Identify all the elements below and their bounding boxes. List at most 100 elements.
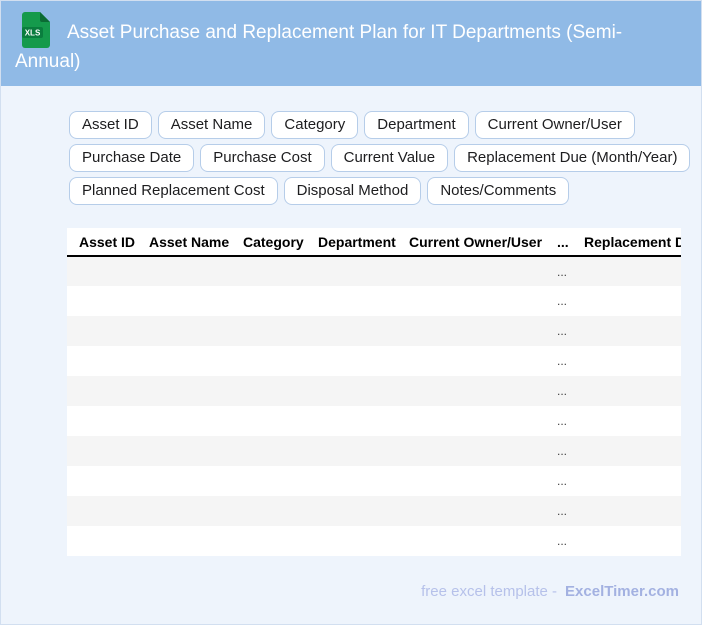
table-cell (572, 436, 681, 466)
table-cell (572, 496, 681, 526)
column-header-department: Department (306, 228, 397, 257)
table-cell (397, 526, 545, 556)
footer: free excel template - ExcelTimer.com (1, 583, 679, 600)
footer-brand-link[interactable]: ExcelTimer.com (565, 583, 679, 600)
table-cell (572, 256, 681, 286)
table-cell (397, 466, 545, 496)
chip-planned-replacement-cost[interactable]: Planned Replacement Cost (69, 177, 278, 205)
table-cell (231, 496, 306, 526)
chip-disposal-method[interactable]: Disposal Method (283, 177, 422, 205)
xls-file-icon: XLS (22, 12, 50, 48)
table-cell: ... (545, 346, 572, 376)
table-cell (231, 286, 306, 316)
table-cell (67, 436, 137, 466)
table-cell: ... (545, 436, 572, 466)
table-cell (306, 316, 397, 346)
column-header-category: Category (231, 228, 306, 257)
table-cell (306, 346, 397, 376)
chip-replacement-due-month-year[interactable]: Replacement Due (Month/Year) (454, 144, 691, 172)
footer-text: free excel template - (421, 583, 558, 600)
table-cell (572, 286, 681, 316)
table-cell (397, 496, 545, 526)
chip-notes-comments[interactable]: Notes/Comments (427, 177, 570, 205)
table-cell: ... (545, 406, 572, 436)
table-cell: ... (545, 286, 572, 316)
column-header-replacement-due-month-year: Replacement Due (Month/Year) (572, 228, 681, 257)
table-cell (67, 286, 137, 316)
table-row: ... (67, 286, 681, 316)
table-cell (67, 316, 137, 346)
column-header-item: ... (545, 228, 572, 257)
chip-purchase-date[interactable]: Purchase Date (69, 144, 195, 172)
table-wrap: Asset ID Asset Name Category Department Curr… (67, 228, 681, 556)
table-cell (67, 376, 137, 406)
table-row: ... (67, 256, 681, 286)
table-cell (231, 316, 306, 346)
table-cell (306, 526, 397, 556)
table-row: ... (67, 346, 681, 376)
table-cell (397, 406, 545, 436)
table-cell (397, 256, 545, 286)
chip-purchase-cost[interactable]: Purchase Cost (200, 144, 325, 172)
table-cell (397, 346, 545, 376)
table-cell (397, 316, 545, 346)
table-cell (397, 376, 545, 406)
xls-icon-label: XLS (25, 29, 41, 38)
table-cell (231, 436, 306, 466)
table-row: ... (67, 316, 681, 346)
table-cell (231, 466, 306, 496)
table-cell (397, 436, 545, 466)
table-row: ... (67, 436, 681, 466)
table-cell (67, 496, 137, 526)
table-row: ... (67, 526, 681, 556)
chip-current-value[interactable]: Current Value (330, 144, 449, 172)
table-row: ... (67, 466, 681, 496)
column-header-asset-name: Asset Name (137, 228, 231, 257)
table-cell (137, 376, 231, 406)
table-cell (397, 286, 545, 316)
table-row: ... (67, 376, 681, 406)
table-cell (137, 466, 231, 496)
table-cell (231, 346, 306, 376)
table-cell (137, 286, 231, 316)
table-cell (137, 526, 231, 556)
table-cell (306, 496, 397, 526)
table-cell (306, 376, 397, 406)
page: XLS Asset Purchase and Replacement Plan … (0, 0, 702, 625)
table-cell: ... (545, 496, 572, 526)
table-cell (572, 466, 681, 496)
table-cell: ... (545, 526, 572, 556)
table-cell (572, 376, 681, 406)
table-cell (67, 526, 137, 556)
chip-asset-id[interactable]: Asset ID (69, 111, 152, 139)
chip-asset-name[interactable]: Asset Name (157, 111, 266, 139)
table-row: ... (67, 496, 681, 526)
table-cell (137, 436, 231, 466)
chip-current-owner-user[interactable]: Current Owner/User (474, 111, 635, 139)
header: XLS Asset Purchase and Replacement Plan … (1, 1, 701, 86)
table-body: .............................. (67, 256, 681, 556)
table-cell (67, 406, 137, 436)
table-cell (306, 286, 397, 316)
column-header-current-owner-user: Current Owner/User (397, 228, 545, 257)
table-cell (572, 406, 681, 436)
table-cell (306, 256, 397, 286)
table-cell (137, 316, 231, 346)
chips: Asset ID Asset Name Category Department Curr… (69, 111, 701, 205)
table-cell (306, 466, 397, 496)
table-cell (572, 346, 681, 376)
table-cell: ... (545, 256, 572, 286)
chip-category[interactable]: Category (271, 111, 359, 139)
table-cell (137, 346, 231, 376)
chip-department[interactable]: Department (364, 111, 469, 139)
column-header-asset-id: Asset ID (67, 228, 137, 257)
table-cell (67, 466, 137, 496)
table-cell: ... (545, 466, 572, 496)
table-cell: ... (545, 376, 572, 406)
table-cell (137, 406, 231, 436)
table-row: ... (67, 406, 681, 436)
table-cell (231, 256, 306, 286)
table-cell: ... (545, 316, 572, 346)
table-cell (306, 406, 397, 436)
table-cell (137, 256, 231, 286)
